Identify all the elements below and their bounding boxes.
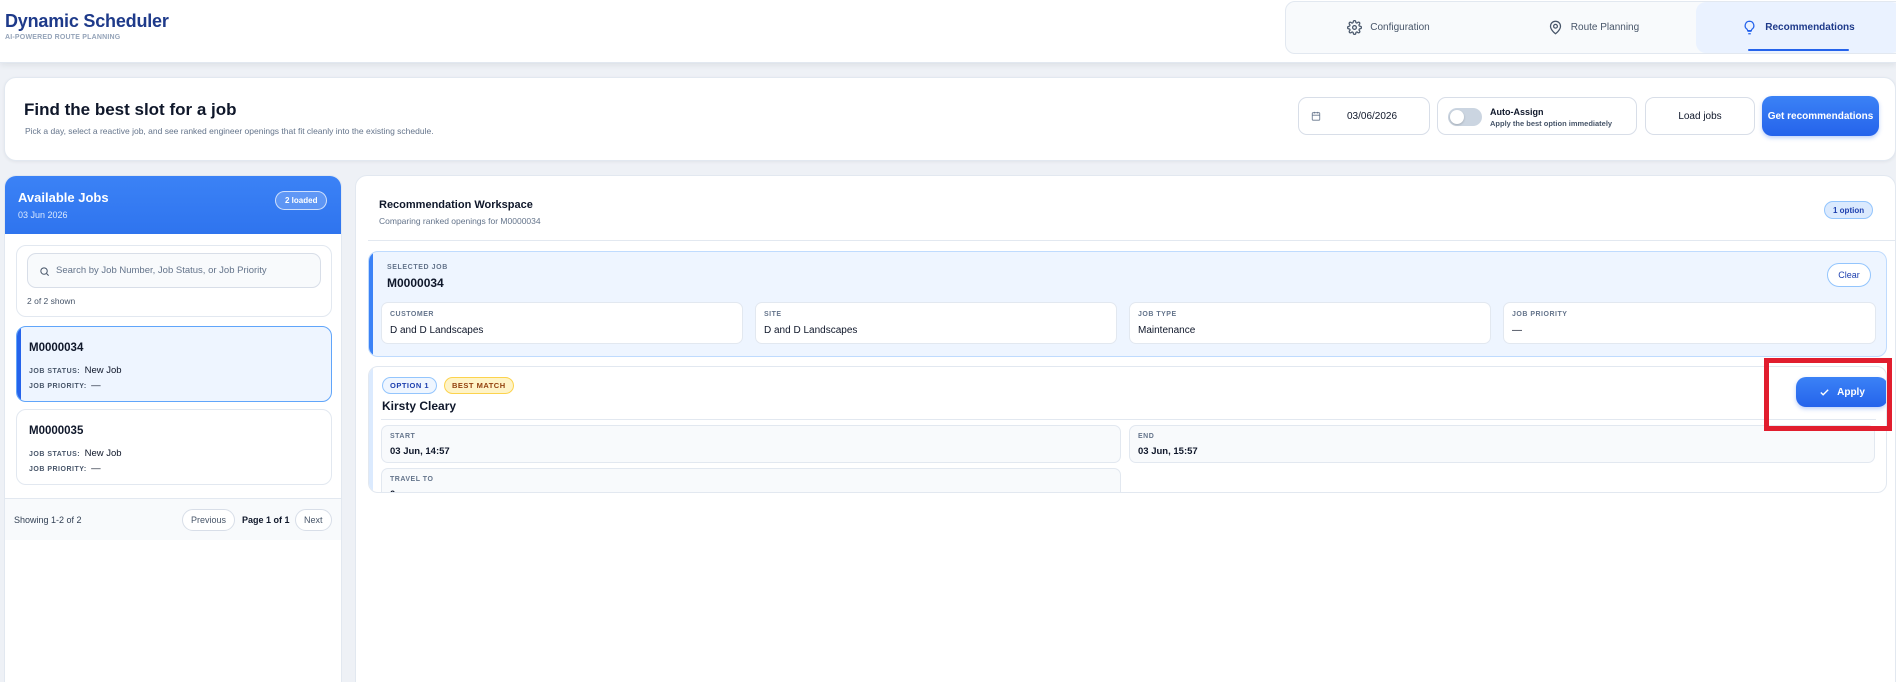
- next-page-button[interactable]: Next: [295, 509, 332, 531]
- best-match-badge: BEST MATCH: [444, 377, 514, 394]
- option-rank-badge: OPTION 1: [382, 377, 438, 394]
- shown-count: 2 of 2 shown: [27, 296, 76, 306]
- check-icon: [1820, 388, 1829, 396]
- main-nav: Configuration Route Planning Recommendat…: [1285, 1, 1896, 54]
- field-value: 03 Jun, 15:57: [1138, 446, 1198, 457]
- selected-job-number: M0000034: [387, 276, 444, 290]
- job-status-value: New Job: [84, 365, 122, 376]
- date-picker[interactable]: 03/06/2026: [1298, 97, 1430, 135]
- field-label: JOB PRIORITY: [1512, 311, 1568, 318]
- customer-field: CUSTOMER D and D Landscapes: [381, 302, 743, 344]
- job-priority: JOB PRIORITY: —: [29, 380, 101, 391]
- gear-icon: [1347, 20, 1363, 35]
- job-type-field: JOB TYPE Maintenance: [1129, 302, 1491, 344]
- recommendation-workspace: Recommendation Workspace Comparing ranke…: [355, 175, 1896, 682]
- workspace-subtitle: Comparing ranked openings for M0000034: [379, 216, 541, 226]
- field-label: TRAVEL TO: [390, 476, 434, 483]
- auto-assign-toggle[interactable]: [1448, 108, 1482, 126]
- auto-assign-control: Auto-Assign Apply the best option immedi…: [1437, 97, 1637, 135]
- showing-range: Showing 1-2 of 2: [14, 515, 82, 525]
- option-card: OPTION 1 BEST MATCH Kirsty Cleary Apply …: [368, 366, 1887, 493]
- job-priority-value: —: [91, 463, 101, 474]
- get-recommendations-button[interactable]: Get recommendations: [1762, 96, 1879, 136]
- travel-slot: TRAVEL TO 0m: [381, 468, 1121, 492]
- option-count-badge: 1 option: [1824, 201, 1874, 219]
- job-priority: JOB PRIORITY: —: [29, 463, 101, 474]
- field-label: CUSTOMER: [390, 311, 434, 318]
- tab-recommendations-label: Recommendations: [1765, 22, 1855, 33]
- jobs-panel-title: Available Jobs: [18, 190, 109, 205]
- job-status-value: New Job: [84, 448, 122, 459]
- load-jobs-button[interactable]: Load jobs: [1645, 97, 1755, 135]
- tab-route-planning[interactable]: Route Planning: [1491, 2, 1696, 53]
- calendar-icon: [1311, 111, 1321, 121]
- start-slot: START 03 Jun, 14:57: [381, 425, 1121, 463]
- tab-recommendations[interactable]: Recommendations: [1696, 2, 1896, 53]
- top-bar: Dynamic Scheduler AI-POWERED ROUTE PLANN…: [0, 0, 1896, 63]
- job-status-label: JOB STATUS:: [29, 368, 81, 375]
- pagination: Showing 1-2 of 2 Previous Page 1 of 1 Ne…: [5, 498, 341, 540]
- job-priority-label: JOB PRIORITY:: [29, 383, 87, 390]
- page-subtitle: Pick a day, select a reactive job, and s…: [25, 126, 434, 136]
- search-input[interactable]: [56, 254, 316, 287]
- field-value: —: [1512, 325, 1522, 336]
- auto-assign-subtitle: Apply the best option immediately: [1490, 119, 1613, 128]
- selected-job-label: SELECTED JOB: [387, 264, 448, 271]
- field-value: D and D Landscapes: [764, 325, 858, 336]
- search-icon: [40, 267, 49, 276]
- find-slot-card: Find the best slot for a job Pick a day,…: [4, 77, 1896, 161]
- job-number: M0000034: [29, 342, 84, 354]
- auto-assign-title: Auto-Assign: [1490, 107, 1544, 117]
- apply-button[interactable]: Apply: [1796, 377, 1886, 407]
- field-label: END: [1138, 433, 1155, 440]
- map-pin-icon: [1549, 20, 1561, 35]
- field-value: 0m: [390, 489, 404, 492]
- brand: Dynamic Scheduler AI-POWERED ROUTE PLANN…: [5, 11, 169, 41]
- app-title: Dynamic Scheduler: [5, 11, 169, 31]
- field-label: SITE: [764, 311, 782, 318]
- tab-configuration[interactable]: Configuration: [1286, 2, 1491, 53]
- app-subtitle: AI-POWERED ROUTE PLANNING: [5, 34, 121, 41]
- jobs-panel-date: 03 Jun 2026: [18, 210, 68, 220]
- job-status: JOB STATUS: New Job: [29, 365, 122, 376]
- previous-page-button[interactable]: Previous: [182, 509, 236, 531]
- site-field: SITE D and D Landscapes: [755, 302, 1117, 344]
- field-value: 03 Jun, 14:57: [390, 446, 450, 457]
- divider: [368, 240, 1895, 241]
- tab-configuration-label: Configuration: [1370, 22, 1430, 33]
- job-status-label: JOB STATUS:: [29, 451, 81, 458]
- job-card[interactable]: M0000034 JOB STATUS: New Job JOB PRIORIT…: [16, 326, 332, 402]
- field-value: D and D Landscapes: [390, 325, 484, 336]
- field-label: START: [390, 433, 416, 440]
- clear-button[interactable]: Clear: [1827, 263, 1871, 287]
- engineer-name: Kirsty Cleary: [382, 399, 457, 413]
- search-box: [27, 253, 321, 288]
- job-status: JOB STATUS: New Job: [29, 448, 122, 459]
- page-title: Find the best slot for a job: [24, 100, 237, 119]
- divider: [381, 419, 1876, 420]
- available-jobs-panel: Available Jobs 03 Jun 2026 2 loaded 2 of…: [4, 175, 342, 682]
- end-slot: END 03 Jun, 15:57: [1129, 425, 1875, 463]
- tab-route-planning-label: Route Planning: [1570, 22, 1640, 33]
- job-number: M0000035: [29, 425, 84, 437]
- loaded-badge: 2 loaded: [275, 191, 328, 210]
- jobs-panel-header: Available Jobs 03 Jun 2026 2 loaded: [5, 176, 341, 234]
- date-value: 03/06/2026: [1347, 110, 1398, 122]
- lightbulb-icon: [1744, 20, 1755, 35]
- field-value: Maintenance: [1138, 325, 1196, 336]
- workspace-title: Recommendation Workspace: [379, 199, 533, 211]
- job-card[interactable]: M0000035 JOB STATUS: New Job JOB PRIORIT…: [16, 409, 332, 485]
- field-label: JOB TYPE: [1138, 311, 1177, 318]
- job-priority-label: JOB PRIORITY:: [29, 466, 87, 473]
- job-priority-field: JOB PRIORITY —: [1503, 302, 1876, 344]
- search-card: 2 of 2 shown: [16, 245, 332, 317]
- selected-job-card: SELECTED JOB M0000034 Clear CUSTOMER D a…: [368, 251, 1887, 357]
- page-indicator: Page 1 of 1: [242, 515, 290, 525]
- apply-label: Apply: [1837, 386, 1865, 398]
- job-priority-value: —: [91, 380, 101, 391]
